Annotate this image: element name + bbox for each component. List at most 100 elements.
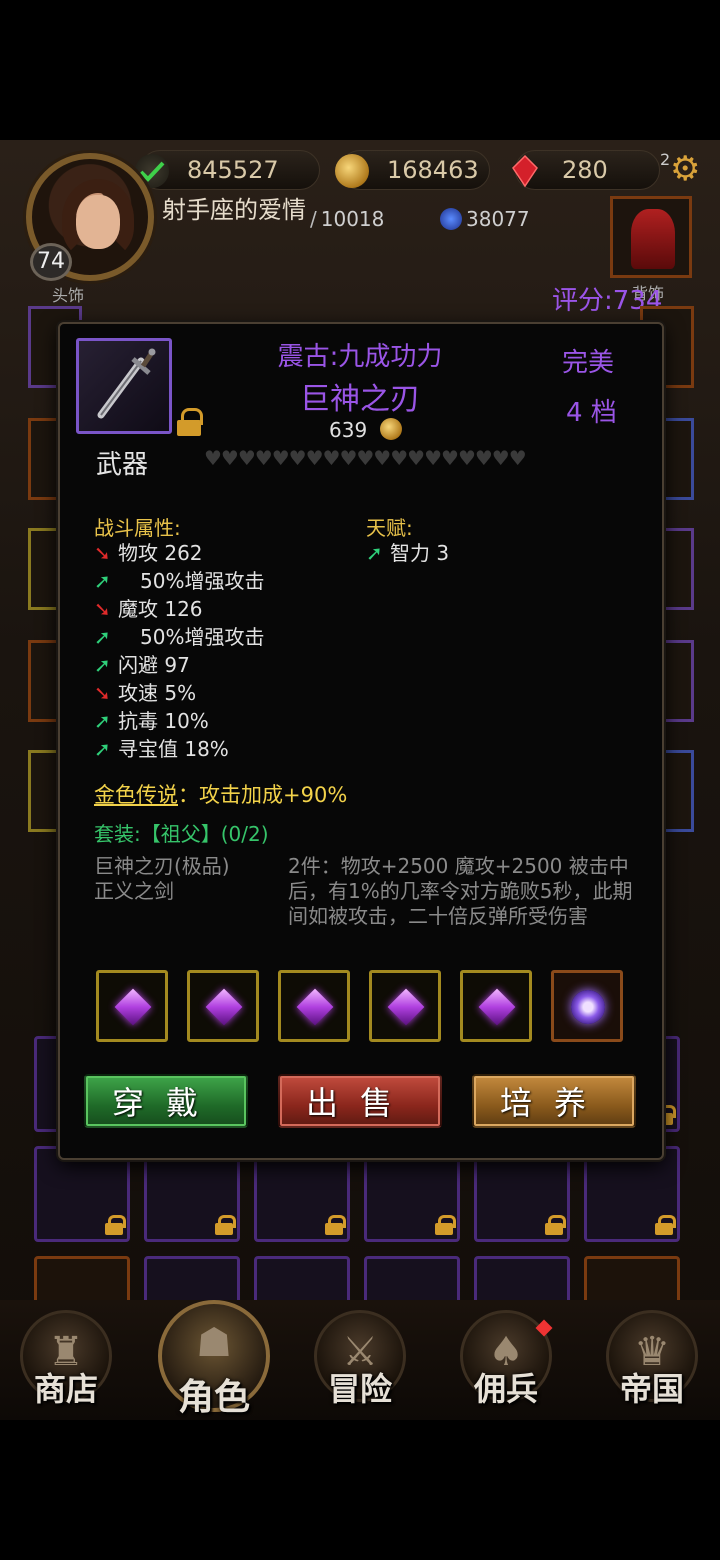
inventory-slot[interactable]	[474, 1146, 570, 1242]
inventory-slot[interactable]	[34, 1146, 130, 1242]
attribute-text: 寻宝值 18%	[118, 737, 229, 761]
gem-socket[interactable]	[369, 970, 441, 1042]
set-title: 套装:【祖父】(0/2)	[94, 822, 269, 846]
purple-diamond-gem-icon	[387, 988, 425, 1026]
gold-value: 168463	[387, 156, 479, 184]
combat-attribute-row: ➚ 抗毒 10%	[94, 708, 209, 734]
talent-title: 天赋:	[366, 516, 413, 540]
set-bonus-text: 2件：物攻+2500 魔攻+2500 被击中后，有1%的几率令对方跪败5秒，此期…	[288, 854, 633, 928]
nav-adventure[interactable]: ⚔ 冒险	[310, 1310, 410, 1410]
wreath-value: 845527	[187, 156, 279, 184]
purple-diamond-gem-icon	[114, 988, 152, 1026]
lock-icon	[215, 1215, 236, 1235]
combat-attribute-row: ➚ 寻宝值 18%	[94, 736, 229, 762]
nav-adventure-label: 冒险	[327, 1370, 392, 1408]
gem-socket[interactable]	[551, 970, 623, 1042]
nav-shop[interactable]: ♜ 商店	[16, 1310, 116, 1410]
talent-text: 智力 3	[390, 541, 450, 565]
up-arrow-icon: ➚	[94, 737, 111, 761]
attack-power-value: 10018	[320, 207, 385, 231]
gold-coin-icon	[335, 154, 369, 188]
nav-mercenary[interactable]: ♠ 佣兵	[456, 1310, 556, 1410]
avatar-face	[76, 195, 120, 249]
cape-icon	[631, 209, 675, 269]
player-level-badge: 74	[30, 243, 72, 281]
talent-row: ➚ 智力 3	[366, 540, 449, 566]
lock-icon	[655, 1215, 676, 1235]
combat-attribute-row: ➘ 物攻 262	[94, 540, 203, 566]
up-arrow-icon: ➚	[366, 541, 383, 565]
nav-character[interactable]: ☗ 角色	[158, 1300, 270, 1418]
item-price: 639	[329, 418, 368, 442]
gem-socket[interactable]	[460, 970, 532, 1042]
legend-prefix[interactable]: 金色传说	[94, 783, 178, 807]
inventory-slot[interactable]	[254, 1146, 350, 1242]
cultivate-button[interactable]: 培养	[472, 1074, 636, 1128]
gold-resource-counter: 168463	[335, 150, 490, 190]
magic-power-stat: 38077	[440, 207, 530, 231]
mana-orb-icon	[440, 208, 462, 230]
sell-button[interactable]: 出售	[278, 1074, 442, 1128]
nav-character-label: 角色	[177, 1376, 250, 1418]
nav-empire[interactable]: ♛ 帝国	[602, 1310, 702, 1410]
purple-diamond-gem-icon	[205, 988, 243, 1026]
item-grade: 4 档	[566, 398, 617, 428]
wreath-resource-counter: 845527	[135, 150, 320, 190]
purple-diamond-gem-icon	[478, 988, 516, 1026]
back-equipment-slot[interactable]	[610, 196, 692, 278]
item-quality: 完美	[562, 348, 615, 378]
combat-attribute-row: ➚ 闪避 97	[94, 652, 190, 678]
attribute-text: 魔攻 126	[118, 597, 203, 621]
settings-gear-icon[interactable]: ⚙	[670, 152, 700, 186]
up-arrow-icon: ➚	[94, 625, 111, 649]
sword-icon: /	[310, 207, 317, 231]
purple-hexagon-gem-icon	[571, 990, 605, 1024]
attribute-text: 50%增强攻击	[140, 625, 265, 649]
combat-attribute-row: ➘ 魔攻 126	[94, 596, 203, 622]
gem-socket[interactable]	[278, 970, 350, 1042]
set-items: 巨神之刃(极品) 正义之剑	[94, 854, 230, 904]
head-slot-label: 头饰	[52, 286, 85, 305]
lock-icon	[435, 1215, 456, 1235]
inventory-slot[interactable]	[144, 1146, 240, 1242]
red-gem-icon	[510, 154, 544, 188]
up-arrow-icon: ➚	[94, 569, 111, 593]
attribute-text: 攻速 5%	[118, 681, 197, 705]
legend-bonus: 金色传说：攻击加成+90%	[94, 779, 347, 809]
player-avatar[interactable]: 74	[14, 145, 164, 285]
gem-socket[interactable]	[96, 970, 168, 1042]
item-lock-icon[interactable]	[176, 408, 203, 436]
inventory-slot[interactable]	[584, 1146, 680, 1242]
attribute-text: 闪避 97	[118, 653, 190, 677]
set-item-1: 巨神之刃(极品)	[94, 854, 230, 878]
lock-icon	[325, 1215, 346, 1235]
attribute-text: 抗毒 10%	[118, 709, 209, 733]
down-arrow-icon: ➘	[94, 597, 111, 621]
down-arrow-icon: ➘	[94, 541, 111, 565]
up-arrow-icon: ➚	[94, 653, 111, 677]
nav-shop-label: 商店	[33, 1370, 98, 1408]
gear-badge-number: 2	[660, 150, 671, 169]
combat-attribute-row: ➚ 50%增强攻击	[94, 568, 264, 594]
combat-attributes-title: 战斗属性:	[94, 516, 181, 540]
sword-icon	[97, 348, 156, 419]
purple-diamond-gem-icon	[296, 988, 334, 1026]
gem-socket[interactable]	[187, 970, 259, 1042]
attribute-text: 物攻 262	[118, 541, 203, 565]
nav-mercenary-label: 佣兵	[473, 1370, 538, 1408]
gem-value: 280	[562, 156, 608, 184]
gem-resource-counter: 280	[512, 150, 660, 190]
up-arrow-icon: ➚	[94, 709, 111, 733]
item-type-label: 武器	[96, 450, 149, 480]
hearts-icon-row: ♥♥♥♥♥♥♥♥♥♥♥♥♥♥♥♥♥♥♥	[204, 446, 527, 470]
lock-icon	[545, 1215, 566, 1235]
attribute-text: 50%增强攻击	[140, 569, 265, 593]
item-icon-frame	[76, 338, 172, 434]
equip-button[interactable]: 穿戴	[84, 1074, 248, 1128]
combat-attribute-row: ➚ 50%增强攻击	[94, 624, 264, 650]
item-prefix: 震古:九成功力	[277, 342, 443, 372]
gold-coin-icon	[380, 418, 402, 440]
down-arrow-icon: ➘	[94, 681, 111, 705]
legend-text: ：攻击加成+90%	[178, 783, 348, 807]
inventory-slot[interactable]	[364, 1146, 460, 1242]
